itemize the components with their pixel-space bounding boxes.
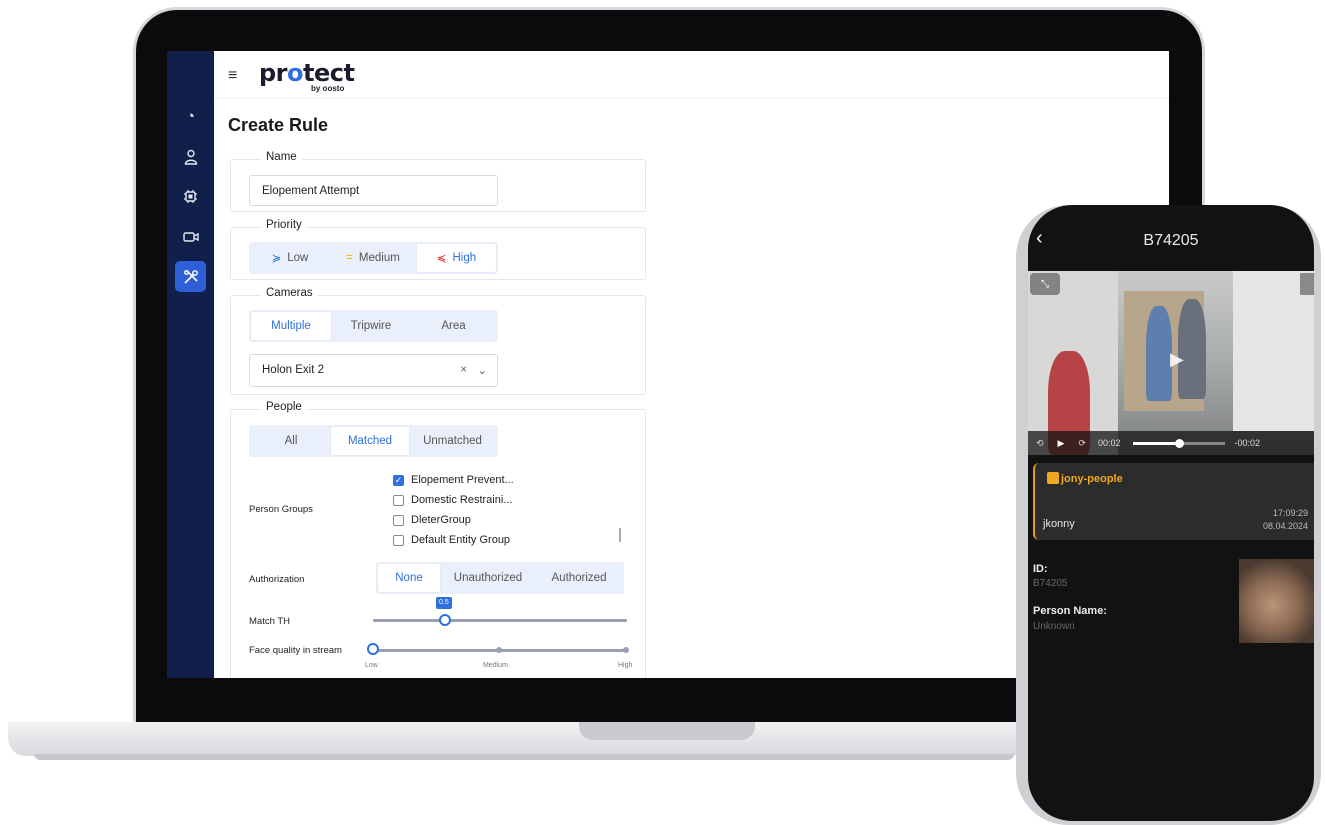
tab-all[interactable]: All — [251, 427, 331, 455]
cameras-section: Cameras Multiple Tripwire Area Holon Exi… — [230, 287, 646, 395]
tab-unmatched[interactable]: Unmatched — [409, 427, 496, 455]
protect-logo: protect — [259, 59, 355, 87]
face-quality-label: Face quality in stream — [249, 645, 342, 656]
face-quality-high-label: High — [618, 662, 633, 669]
priority-section: Priority ≽ Low = Medium ≼ High — [230, 219, 646, 280]
group-checkbox-row[interactable]: ✓ Elopement Prevent... — [393, 474, 514, 486]
authorization-label: Authorization — [249, 574, 305, 585]
expand-icon[interactable]: ⤡ — [1030, 273, 1060, 295]
chevrons-down-icon: ≽ — [271, 253, 282, 265]
alert-group-tag: jony-people — [1047, 472, 1123, 485]
video-player[interactable]: ⤡ ▶ ⟲ ▶ ⟳ 00:02 -00:02 — [1028, 271, 1314, 455]
hamburger-menu-icon[interactable]: ≡ — [228, 67, 237, 85]
video-controls: ⟲ ▶ ⟳ 00:02 -00:02 — [1028, 431, 1314, 455]
person-name-value: Unknown — [1033, 621, 1075, 632]
checkbox-icon[interactable] — [393, 514, 404, 526]
group-checkbox-row[interactable]: Default Entity Group — [393, 534, 510, 546]
name-section: Name Elopement Attempt — [230, 151, 646, 212]
person-icon[interactable] — [175, 141, 206, 172]
cameras-legend: Cameras — [261, 287, 318, 299]
play-icon[interactable]: ▶ — [1058, 438, 1065, 449]
tab-none[interactable]: None — [378, 564, 440, 592]
alert-card[interactable]: jony-people 17:09:29 08.04.2024 jkonny — [1033, 463, 1314, 540]
video-person — [1146, 306, 1172, 401]
match-th-value-badge: 0.5 — [436, 597, 452, 609]
video-glass-door — [1233, 271, 1314, 431]
marketing-stage: ◔ ≡ protect by oosto Create Rule Name El… — [0, 0, 1325, 825]
equals-icon: = — [346, 252, 353, 264]
video-progress[interactable] — [1132, 438, 1225, 448]
rewind-15-icon[interactable]: ⟲ — [1036, 438, 1044, 449]
priority-selector: ≽ Low = Medium ≼ High — [249, 242, 498, 274]
forward-15-icon[interactable]: ⟳ — [1078, 438, 1086, 449]
face-quality-medium-label: Medium — [483, 662, 508, 669]
group-checkbox-row[interactable]: DleterGroup — [393, 514, 471, 526]
group-checkbox-row[interactable]: Domestic Restraini... — [393, 494, 512, 506]
camera-icon[interactable] — [175, 221, 206, 252]
tab-multiple[interactable]: Multiple — [251, 312, 331, 340]
people-match-selector: All Matched Unmatched — [249, 425, 498, 457]
person-groups-label: Person Groups — [249, 504, 313, 515]
face-quality-high-dot[interactable] — [623, 647, 629, 653]
phone-title: B74205 — [1143, 232, 1199, 249]
tab-authorized[interactable]: Authorized — [536, 564, 622, 592]
elapsed-time: 00:02 — [1098, 438, 1121, 448]
id-value: B74205 — [1033, 578, 1068, 589]
people-legend: People — [261, 401, 307, 413]
face-quality-medium-dot[interactable] — [496, 647, 502, 653]
person-tag-icon — [1047, 472, 1059, 484]
phone-frame: ‹ B74205 ⤡ ▶ ⟲ ▶ ⟳ 00:02 -00:02 jony-peo… — [1016, 205, 1321, 825]
camera-mode-selector: Multiple Tripwire Area — [249, 310, 498, 342]
alert-timestamp: 17:09:29 08.04.2024 — [1262, 508, 1308, 531]
id-label: ID: — [1033, 563, 1048, 575]
laptop-base — [8, 722, 1028, 756]
people-section: People All Matched Unmatched Person Grou… — [230, 401, 646, 678]
dashboard-pie-icon[interactable]: ◔ — [175, 101, 206, 132]
logo-subtitle: by oosto — [311, 84, 345, 93]
match-th-thumb[interactable] — [439, 614, 451, 626]
laptop-notch — [579, 722, 755, 740]
chip-icon[interactable] — [175, 181, 206, 212]
checkbox-icon[interactable] — [393, 494, 404, 506]
camera-select[interactable]: Holon Exit 2 × ⌄ — [249, 354, 498, 387]
priority-low-option[interactable]: ≽ Low — [251, 244, 329, 272]
priority-high-option[interactable]: ≼ High — [417, 244, 496, 272]
camera-select-value: Holon Exit 2 — [262, 364, 325, 376]
sidebar: ◔ — [167, 51, 214, 678]
match-th-track[interactable] — [373, 619, 627, 622]
tab-matched[interactable]: Matched — [331, 427, 409, 455]
priority-medium-option[interactable]: = Medium — [329, 244, 417, 272]
remaining-time: -00:02 — [1234, 438, 1261, 448]
checkbox-icon[interactable] — [393, 534, 404, 546]
tab-unauthorized[interactable]: Unauthorized — [440, 564, 536, 592]
chevrons-up-icon: ≼ — [436, 253, 447, 265]
person-name-label: Person Name: — [1033, 605, 1107, 617]
clear-icon[interactable]: × — [460, 364, 467, 376]
face-thumbnail — [1239, 559, 1314, 643]
checkbox-checked-icon[interactable]: ✓ — [393, 474, 404, 486]
page-title: Create Rule — [228, 115, 329, 135]
rule-name-input[interactable]: Elopement Attempt — [249, 175, 498, 206]
priority-legend: Priority — [261, 219, 307, 231]
groups-scrollbar[interactable] — [619, 528, 621, 542]
tab-tripwire[interactable]: Tripwire — [331, 312, 411, 340]
match-th-label: Match TH — [249, 616, 291, 627]
tab-area[interactable]: Area — [411, 312, 496, 340]
alert-person-name: jkonny — [1043, 518, 1075, 530]
phone-screen: ‹ B74205 ⤡ ▶ ⟲ ▶ ⟳ 00:02 -00:02 jony-peo… — [1028, 205, 1314, 821]
laptop-base-shadow — [34, 754, 1014, 760]
name-legend: Name — [261, 151, 302, 163]
authorization-selector: None Unauthorized Authorized — [376, 562, 624, 594]
face-quality-thumb[interactable] — [367, 643, 379, 655]
tools-icon[interactable] — [175, 261, 206, 292]
chevron-down-icon[interactable]: ⌄ — [477, 363, 487, 377]
play-overlay-icon[interactable]: ▶ — [1170, 349, 1184, 370]
face-quality-low-label: Low — [365, 662, 378, 669]
app-header: ≡ protect by oosto — [214, 51, 1169, 99]
volume-icon[interactable] — [1300, 273, 1314, 295]
